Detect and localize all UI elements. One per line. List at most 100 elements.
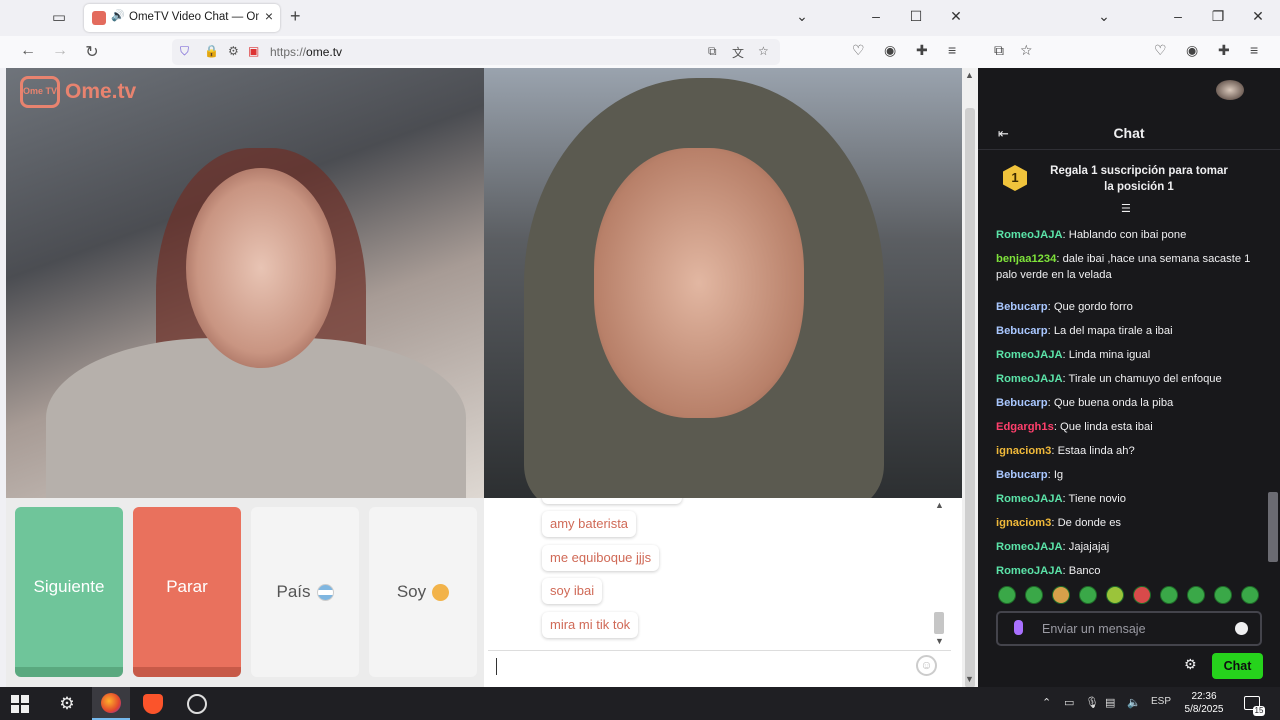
- chat-username[interactable]: benjaa1234: [996, 253, 1056, 265]
- chat-username[interactable]: RomeoJAJA: [996, 373, 1063, 385]
- network-icon[interactable]: ▤: [1105, 696, 1115, 709]
- menu-icon[interactable]: ≡: [1250, 42, 1258, 58]
- expand-icon[interactable]: ☰: [1121, 202, 1131, 215]
- chat-username[interactable]: Bebucarp: [996, 469, 1048, 481]
- chat-scroll-thumb[interactable]: [1268, 492, 1278, 562]
- url-bar[interactable]: ⛉ 🔒 ⚙ ▣ https://ome.tv ⧉ 文 ☆: [172, 39, 780, 65]
- chat-bubble: mira mi tik tok: [542, 612, 639, 638]
- bookmark-star-icon[interactable]: ☆: [758, 44, 769, 58]
- chat-username[interactable]: Bebucarp: [996, 325, 1048, 337]
- url-text[interactable]: https://ome.tv: [270, 45, 342, 59]
- chat-scrollbar[interactable]: [1266, 222, 1278, 578]
- menu-icon[interactable]: ≡: [948, 42, 956, 58]
- language-indicator[interactable]: ESP: [1151, 696, 1171, 707]
- translate-icon[interactable]: 文: [732, 44, 744, 61]
- gender-button[interactable]: Soy: [369, 507, 477, 677]
- windows-start-icon[interactable]: [11, 694, 31, 714]
- message-input[interactable]: Enviar un mensaje: [996, 611, 1262, 646]
- page-scrollbar[interactable]: ▲ ▼: [962, 68, 978, 688]
- new-tab-icon[interactable]: +: [290, 6, 301, 27]
- country-button[interactable]: País: [251, 507, 359, 677]
- emoji-icon[interactable]: [1235, 622, 1248, 635]
- chat-username[interactable]: RomeoJAJA: [996, 541, 1063, 553]
- settings-icon[interactable]: ⚙: [57, 694, 77, 714]
- chat-username[interactable]: RomeoJAJA: [996, 493, 1063, 505]
- scroll-up-icon[interactable]: ▲: [965, 70, 974, 80]
- device-icon[interactable]: ▭: [1064, 696, 1074, 709]
- camera-icon[interactable]: ▣: [248, 44, 259, 58]
- bookmark-star-icon[interactable]: ☆: [1020, 42, 1033, 59]
- chevron-up-icon[interactable]: ⌃: [1042, 696, 1051, 709]
- extensions-icon[interactable]: ✚: [1218, 42, 1230, 59]
- back-icon[interactable]: ←: [18, 42, 38, 60]
- pocket-icon[interactable]: ♡: [1154, 42, 1167, 59]
- brave-icon[interactable]: [143, 694, 163, 714]
- avatar[interactable]: [1216, 80, 1244, 100]
- microphone-icon[interactable]: 🎙: [1085, 696, 1099, 709]
- account-icon[interactable]: ◉: [884, 42, 896, 59]
- emote-icon[interactable]: [1025, 586, 1043, 604]
- ometv-logo[interactable]: Ome TV Ome.tv: [20, 76, 140, 110]
- clock[interactable]: 22:36 5/8/2025: [1180, 690, 1228, 716]
- permissions-icon[interactable]: ⚙: [228, 44, 239, 58]
- tab-list-icon[interactable]: ▭: [48, 8, 70, 28]
- close-window-icon[interactable]: ✕: [1248, 8, 1268, 25]
- gear-icon[interactable]: ⚙: [1184, 656, 1197, 673]
- chat-scrollbar[interactable]: ▲ ▼: [932, 500, 944, 646]
- extensions-icon[interactable]: ✚: [916, 42, 928, 59]
- close-window-icon[interactable]: ✕: [946, 8, 966, 25]
- chat-username[interactable]: RomeoJAJA: [996, 229, 1063, 241]
- minimize-icon[interactable]: –: [1168, 8, 1188, 24]
- reload-icon[interactable]: ↻: [82, 42, 102, 62]
- picture-in-picture-icon[interactable]: ⧉: [708, 44, 717, 59]
- sub-gift-banner[interactable]: 1 Regala 1 suscripción para tomar la pos…: [978, 152, 1280, 215]
- firefox-taskbar-item[interactable]: [92, 687, 130, 720]
- account-icon[interactable]: ◉: [1186, 42, 1198, 59]
- chat-username[interactable]: ignaciom3: [996, 517, 1051, 529]
- chevron-down-icon[interactable]: ⌄: [1094, 8, 1114, 25]
- scroll-down-icon[interactable]: ▼: [965, 674, 974, 684]
- chat-text: De donde es: [1057, 517, 1122, 529]
- restore-icon[interactable]: ❐: [1208, 8, 1228, 25]
- scroll-up-icon[interactable]: ▲: [935, 500, 944, 510]
- page-scroll-thumb[interactable]: [965, 108, 975, 688]
- chevron-down-icon[interactable]: ⌄: [792, 8, 812, 25]
- shield-icon[interactable]: ⛉: [180, 44, 189, 59]
- emote-icon[interactable]: [1133, 586, 1151, 604]
- emote-icon[interactable]: [998, 586, 1016, 604]
- chat-text: Que linda esta ibai: [1060, 421, 1153, 433]
- emote-icon[interactable]: [1106, 586, 1124, 604]
- scroll-down-icon[interactable]: ▼: [935, 636, 944, 646]
- maximize-icon[interactable]: ☐: [906, 8, 926, 25]
- microphone-icon[interactable]: [1014, 620, 1023, 635]
- emote-icon[interactable]: [1187, 586, 1205, 604]
- chat-username[interactable]: Bebucarp: [996, 397, 1048, 409]
- close-tab-icon[interactable]: ×: [265, 8, 273, 24]
- pocket-icon[interactable]: ♡: [852, 42, 865, 59]
- speaker-icon[interactable]: 🔊: [111, 9, 125, 22]
- chat-username[interactable]: Bebucarp: [996, 301, 1048, 313]
- emote-icon[interactable]: [1214, 586, 1232, 604]
- chat-input[interactable]: ☺: [488, 650, 951, 680]
- obs-icon[interactable]: [187, 694, 207, 714]
- stop-button[interactable]: Parar: [133, 507, 241, 677]
- chat-title: Chat: [1113, 125, 1145, 141]
- volume-icon[interactable]: 🔈: [1127, 696, 1141, 709]
- emote-icon[interactable]: [1241, 586, 1259, 604]
- picture-in-picture-icon[interactable]: ⧉: [994, 42, 1004, 59]
- chat-username[interactable]: Edgargh1s: [996, 421, 1054, 433]
- chat-username[interactable]: RomeoJAJA: [996, 565, 1063, 577]
- emoji-icon[interactable]: ☺: [916, 655, 937, 676]
- next-button[interactable]: Siguiente: [15, 507, 123, 677]
- chat-username[interactable]: ignaciom3: [996, 445, 1051, 457]
- forward-icon[interactable]: →: [50, 42, 70, 60]
- minimize-icon[interactable]: –: [866, 8, 886, 24]
- chat-username[interactable]: RomeoJAJA: [996, 349, 1063, 361]
- emote-icon[interactable]: [1079, 586, 1097, 604]
- emote-icon[interactable]: [1052, 586, 1070, 604]
- send-chat-button[interactable]: Chat: [1212, 653, 1263, 679]
- tab-ometv[interactable]: 🔊 OmeTV Video Chat — Ome ×: [84, 4, 280, 32]
- chat-scroll-thumb[interactable]: [934, 612, 944, 634]
- lock-icon[interactable]: 🔒: [204, 44, 219, 58]
- emote-icon[interactable]: [1160, 586, 1178, 604]
